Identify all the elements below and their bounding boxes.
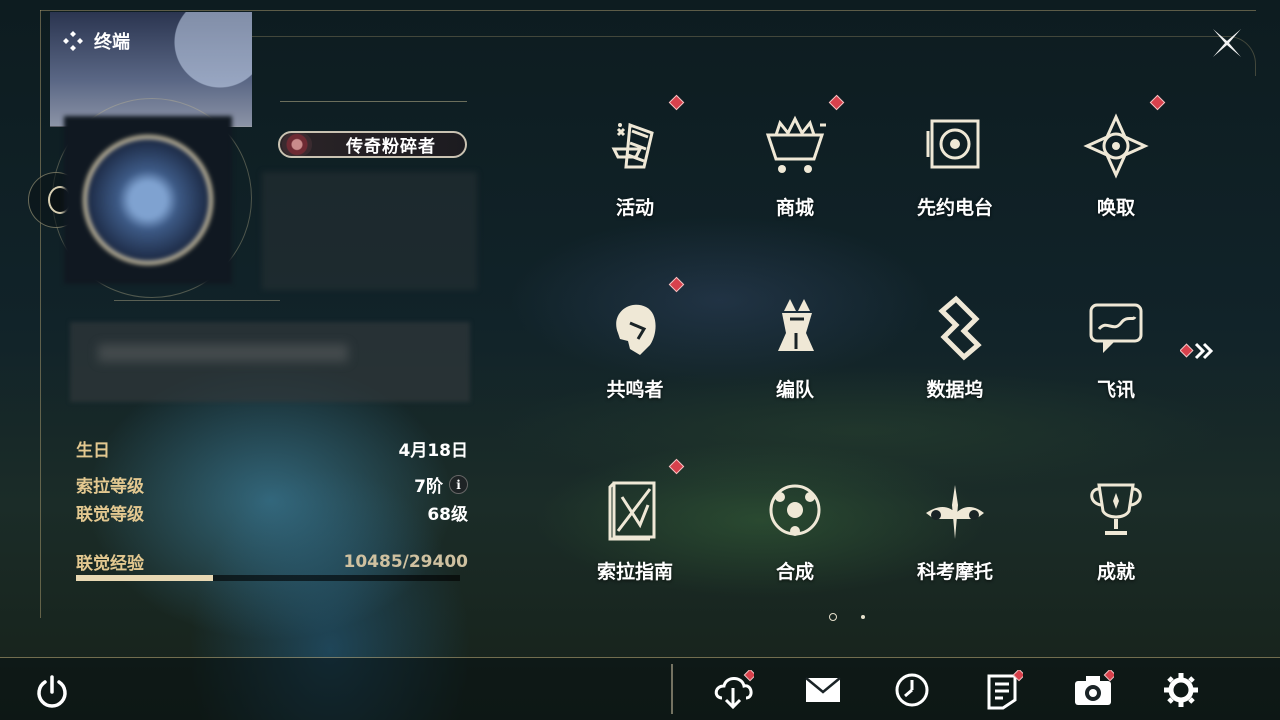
menu-item-9[interactable]: 合成 [715, 465, 875, 635]
camera-icon[interactable] [1072, 670, 1114, 710]
page-indicator-1[interactable] [829, 613, 837, 621]
redacted-signature [70, 322, 470, 402]
motorcycle-icon [926, 485, 984, 539]
stat-row-birthday: 生日 4月18日 [76, 436, 468, 461]
clock-icon[interactable] [891, 670, 933, 710]
settings-gear-icon[interactable] [1160, 670, 1202, 710]
menu-item-10[interactable]: 科考摩托 [875, 465, 1035, 635]
frame-header-line [252, 36, 1160, 37]
activity-icon [611, 122, 654, 169]
menu-item-5[interactable]: 编队 [715, 283, 875, 453]
stat-row-union-exp: 联觉经验 10485/29400 [76, 549, 469, 575]
info-icon[interactable]: i [449, 475, 468, 494]
footer-divider [671, 664, 673, 714]
menu-item-label: 活动 [615, 197, 654, 219]
menu-item-8[interactable]: 索拉指南 [555, 458, 715, 635]
data-dock-icon [938, 295, 982, 361]
menu-item-label: 成就 [1096, 561, 1135, 583]
menu-item-label: 唤取 [1096, 197, 1135, 219]
menu-item-4[interactable]: 共鸣者 [555, 276, 715, 453]
menu-item-2[interactable]: 先约电台 [875, 101, 1035, 271]
resonator-head-icon [616, 304, 656, 355]
notification-dot [668, 94, 685, 111]
redacted-player-info [262, 172, 477, 290]
title-badge[interactable]: 传奇粉碎者 [278, 131, 467, 158]
exp-progress-bar [76, 575, 460, 581]
menu-item-label: 先约电台 [916, 197, 993, 219]
frame-top-line [40, 10, 1256, 11]
menu-item-label: 共鸣者 [606, 379, 664, 401]
name-divider [280, 101, 467, 102]
menu-item-label: 数据坞 [926, 379, 984, 401]
next-page-arrow-icon[interactable] [1180, 340, 1220, 362]
menu-item-label: 索拉指南 [596, 561, 673, 583]
avatar[interactable] [64, 116, 232, 284]
stat-value: 7阶 [414, 477, 443, 497]
trophy-icon [1090, 483, 1142, 535]
notification-dot [668, 458, 685, 475]
radio-icon [926, 119, 980, 169]
shop-cart-icon [765, 115, 826, 173]
menu-item-label: 合成 [775, 561, 814, 583]
menu-item-11[interactable]: 成就 [1036, 465, 1196, 635]
menu-item-6[interactable]: 数据坞 [875, 283, 1035, 453]
menu-item-7[interactable]: 飞讯 [1036, 283, 1196, 453]
menu-item-label: 科考摩托 [916, 561, 993, 583]
notice-icon[interactable] [981, 670, 1023, 710]
stat-value: 68级 [427, 505, 468, 525]
stat-label: 生日 [76, 441, 110, 461]
frame-left-line [40, 10, 41, 618]
power-icon[interactable] [32, 672, 72, 712]
page-indicator-2[interactable] [861, 615, 865, 619]
download-cloud-icon[interactable] [712, 670, 754, 710]
chess-formation-icon [778, 299, 814, 351]
notification-dot [828, 94, 845, 111]
menu-item-label: 飞讯 [1096, 379, 1135, 401]
divider [114, 300, 280, 301]
title-badge-text: 传奇粉碎者 [346, 137, 436, 157]
exp-progress-fill [76, 575, 213, 581]
footer-top-line [0, 657, 1280, 658]
synthesis-icon [769, 484, 821, 536]
page-title: 终端 [62, 28, 130, 54]
close-icon[interactable] [1210, 26, 1244, 60]
four-diamond-icon [63, 31, 83, 51]
notification-dot [668, 276, 685, 293]
stat-label: 联觉经验 [76, 554, 144, 574]
stat-row-union-level: 联觉等级 68级 [76, 500, 468, 525]
menu-item-0[interactable]: 活动 [555, 94, 715, 271]
stat-value: 4月18日 [398, 441, 469, 461]
page-title-text: 终端 [94, 32, 130, 53]
stat-row-sol-rank: 索拉等级 7阶 i [76, 472, 468, 497]
menu-item-3[interactable]: 唤取 [1036, 94, 1196, 271]
summon-compass-icon [1083, 113, 1149, 179]
title-emblem-icon [282, 133, 312, 156]
stat-label: 索拉等级 [76, 477, 144, 497]
redacted-text [98, 344, 348, 362]
menu-item-label: 商城 [775, 197, 814, 219]
stat-label: 联觉等级 [76, 505, 144, 525]
exp-value: 10485/29400 [343, 551, 469, 572]
menu-item-label: 编队 [775, 379, 814, 401]
menu-item-1[interactable]: 商城 [715, 94, 875, 271]
mail-icon[interactable] [802, 670, 844, 710]
guide-book-icon [608, 481, 656, 541]
message-bubble-icon [1089, 303, 1143, 353]
stat-value-wrap: 7阶 i [414, 472, 468, 497]
notification-dot [1149, 94, 1166, 111]
